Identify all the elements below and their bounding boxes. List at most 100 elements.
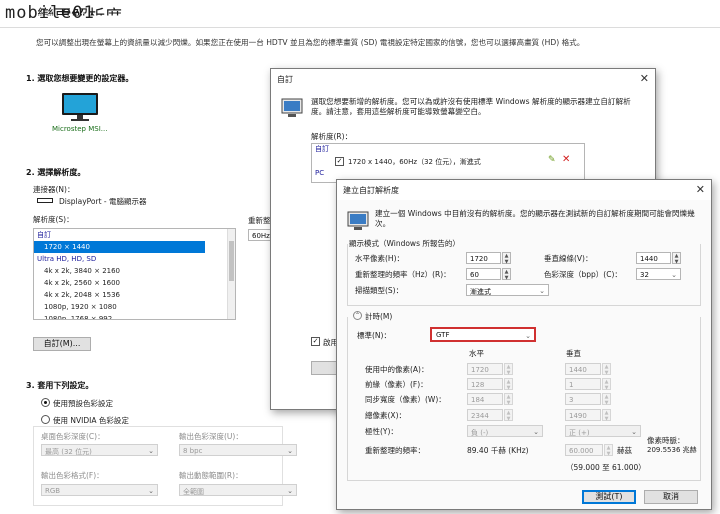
polarity-label: 極性(Y)： — [365, 427, 398, 436]
timing-h-spin[interactable]: ▲ ▼ — [504, 363, 513, 376]
create-dialog-intro: 建立一個 Windows 中目前沒有的解析度。您的顯示器在測試新的自訂解析度期間… — [375, 209, 695, 228]
custom-dialog-titlebar[interactable]: 自訂 ✕ — [271, 69, 655, 89]
output-color-depth-select[interactable]: 8 bpc ⌄ — [179, 444, 297, 456]
timing-h-spin[interactable]: ▲ ▼ — [504, 393, 513, 406]
refresh-rate-unit: 赫茲 — [617, 446, 632, 455]
timing-v-spin[interactable]: ▲ ▼ — [602, 363, 611, 376]
timing-v-field[interactable]: 3 — [565, 393, 601, 405]
timing-v-field[interactable]: 1 — [565, 378, 601, 390]
timing-v-spin[interactable]: ▲ ▼ — [602, 378, 611, 391]
custom-resolution-list[interactable]: 自訂 ✓ 1720 x 1440，60Hz（32 位元），漸進式 ✎ ✕ PC — [311, 143, 585, 183]
refresh-rate-hz-spin[interactable]: ▲ ▼ — [604, 444, 613, 457]
timing-row-label: 總像素(X)： — [365, 411, 406, 420]
refresh-rate-spin[interactable]: ▲ ▼ — [502, 268, 511, 281]
connector-value: DisplayPort - 電腦顯示器 — [59, 197, 147, 206]
v-lines-field[interactable]: 1440 — [636, 252, 671, 264]
pc-group-header: PC — [315, 169, 325, 177]
col-horizontal-header: 水平 — [469, 349, 484, 358]
timing-v-spin[interactable]: ▲ ▼ — [602, 409, 611, 422]
desktop-color-depth-label: 桌面色彩深度(C)： — [41, 432, 105, 441]
scan-type-select[interactable]: 漸進式 ⌄ — [466, 284, 549, 296]
h-pixels-label: 水平像素(H)： — [355, 254, 404, 263]
custom-entry-text: 1720 x 1440，60Hz（32 位元），漸進式 — [348, 158, 481, 166]
timing-v-field[interactable]: 1440 — [565, 363, 601, 375]
refresh-rate-hz-field[interactable]: 60.000 — [565, 444, 603, 456]
step2-title: 2. 選擇解析度。 — [26, 168, 86, 177]
display-settings-icon — [347, 211, 369, 230]
radio-nvidia-color[interactable] — [41, 415, 50, 424]
resolution-label: 解析度(S)： — [33, 215, 74, 224]
displayport-icon — [37, 198, 53, 203]
close-icon[interactable]: ✕ — [696, 184, 705, 195]
delete-icon[interactable]: ✕ — [562, 154, 570, 165]
timing-h-field[interactable]: 184 — [467, 393, 503, 405]
resolution-list-item[interactable]: 4k x 2k, 3840 × 2160 — [34, 265, 235, 277]
monitor-icon — [62, 93, 98, 121]
desktop-color-depth-select[interactable]: 最高 (32 位元) ⌄ — [41, 444, 158, 456]
custom-entry-row[interactable]: ✓ 1720 x 1440，60Hz（32 位元），漸進式 ✎ ✕ — [312, 154, 584, 168]
pencil-icon[interactable]: ✎ — [548, 155, 556, 165]
refresh-select[interactable]: 60Hz — [248, 229, 272, 241]
timing-row-label: 前緣（像素）(F)： — [365, 380, 428, 389]
resolution-list-item[interactable]: 1080p, 1768 × 992 — [34, 313, 235, 319]
timing-v-field[interactable]: 1490 — [565, 409, 601, 421]
polarity-h-select[interactable]: 負 (-) ⌄ — [467, 425, 543, 437]
custom-entry-checkbox[interactable]: ✓ — [335, 157, 344, 166]
radio-nvidia-color-label: 使用 NVIDIA 色彩設定 — [53, 416, 129, 425]
create-resolution-dialog: 建立自訂解析度 ✕ 建立一個 Windows 中目前沒有的解析度。您的顯示器在測… — [336, 179, 712, 510]
enable-checkbox[interactable]: ✓ — [311, 337, 320, 346]
h-pixels-field[interactable]: 1720 — [466, 252, 501, 264]
h-pixels-spin[interactable]: ▲ ▼ — [502, 252, 511, 265]
refresh-rate-readout-label: 重新整理的頻率： — [365, 446, 425, 455]
pixel-clock-value: 209.5536 兆赫 — [647, 446, 697, 454]
output-dynamic-range-select[interactable]: 全範圍 ⌄ — [179, 484, 297, 496]
custom-dialog-button-stub[interactable] — [311, 361, 337, 375]
standard-label: 標準(N)： — [357, 331, 391, 340]
custom-dialog-title: 自訂 — [277, 75, 293, 84]
resolution-group-header: Ultra HD, HD, SD — [37, 255, 97, 263]
step3-title: 3. 套用下列設定。 — [26, 381, 94, 390]
test-button[interactable]: 測試(T) — [582, 490, 636, 504]
cancel-button[interactable]: 取消 — [644, 490, 698, 504]
connector-label: 連接器(N)： — [33, 185, 75, 194]
standard-select[interactable]: GTF ⌄ — [430, 327, 536, 342]
output-dynamic-range-label: 輸出動態範圍(R)： — [179, 471, 243, 480]
v-lines-spin[interactable]: ▲ ▼ — [672, 252, 681, 265]
polarity-v-select[interactable]: 正 (+) ⌄ — [565, 425, 641, 437]
timing-h-field[interactable]: 2344 — [467, 409, 503, 421]
timing-v-spin[interactable]: ▲ ▼ — [602, 393, 611, 406]
custom-group-header: 自訂 — [315, 145, 329, 153]
timing-h-field[interactable]: 128 — [467, 378, 503, 390]
resolution-list-item[interactable]: 1720 × 1440 — [34, 241, 205, 253]
radio-default-color[interactable] — [41, 398, 50, 407]
v-lines-label: 垂直線條(V)： — [544, 254, 593, 263]
color-depth-select[interactable]: 32 ⌄ — [636, 268, 681, 280]
resolution-list-item[interactable]: 4k x 2k, 2048 × 1536 — [34, 289, 235, 301]
output-color-depth-label: 輸出色彩深度(U)： — [179, 432, 243, 441]
display-tile[interactable]: Microstep MSI... — [50, 90, 110, 136]
resolution-list-scrollbar[interactable] — [227, 229, 235, 319]
refresh-rate-khz: 89.40 千赫 (KHz) — [467, 446, 529, 455]
timing-h-spin[interactable]: ▲ ▼ — [504, 378, 513, 391]
display-settings-icon — [281, 98, 303, 117]
refresh-label: 重新整 — [248, 216, 271, 225]
custom-resolution-label: 解析度(R)： — [311, 132, 353, 141]
resolution-list-item[interactable]: 1080p, 1920 × 1080 — [34, 301, 235, 313]
step1-title: 1. 選取您想要變更的設定器。 — [26, 74, 134, 83]
output-color-format-select[interactable]: RGB ⌄ — [41, 484, 158, 496]
refresh-rate-field[interactable]: 60 — [466, 268, 501, 280]
display-name: Microstep MSI... — [52, 125, 108, 133]
page-description: 您可以調整出現在螢幕上的資訊量以減少閃爍。如果您正在使用一台 HDTV 並且為您… — [36, 38, 585, 47]
customize-button[interactable]: 自訂(M)... — [33, 337, 91, 351]
radio-default-color-label: 使用預設色彩設定 — [53, 399, 113, 408]
timing-h-field[interactable]: 1720 — [467, 363, 503, 375]
col-vertical-header: 垂直 — [566, 349, 581, 358]
resolution-list-item[interactable]: 4k x 2k, 2560 × 1600 — [34, 277, 235, 289]
create-dialog-titlebar[interactable]: 建立自訂解析度 ✕ — [337, 180, 711, 200]
refresh-rate-range: （59.000 至 61.000） — [566, 463, 646, 472]
timing-row-label: 使用中的像素(A)： — [365, 365, 429, 374]
close-icon[interactable]: ✕ — [640, 73, 649, 84]
refresh-rate-label: 重新整理的頻率（Hz）(R)： — [355, 270, 451, 279]
timing-h-spin[interactable]: ▲ ▼ — [504, 409, 513, 422]
resolution-list[interactable]: 自訂 1720 × 1440 Ultra HD, HD, SD 4k x 2k, 38… — [33, 228, 236, 320]
